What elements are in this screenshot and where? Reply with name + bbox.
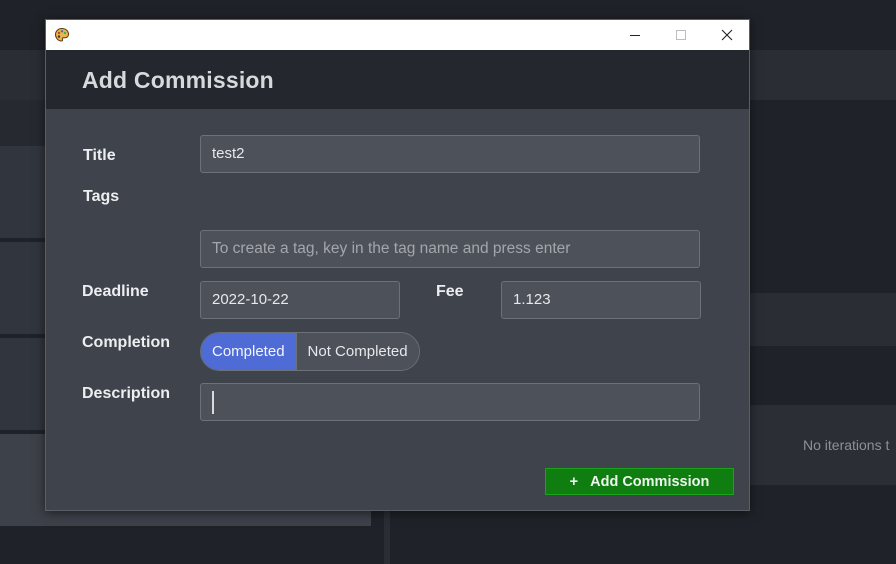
fee-label: Fee xyxy=(436,283,464,300)
dialog-header: Add Commission xyxy=(46,50,749,109)
completion-label: Completion xyxy=(82,334,170,351)
background-list-card[interactable] xyxy=(0,146,46,238)
title-input[interactable]: test2 xyxy=(200,135,700,173)
deadline-input[interactable]: 2022-10-22 xyxy=(200,281,400,319)
tags-label: Tags xyxy=(83,188,120,205)
completion-toggle: Completed Not Completed xyxy=(200,332,420,371)
add-commission-window: Add Commission Title test2 Tags To creat… xyxy=(45,19,750,511)
description-label: Description xyxy=(82,385,171,402)
fee-input[interactable]: 1.123 xyxy=(501,281,701,319)
add-commission-button-label: Add Commission xyxy=(590,473,710,490)
completed-option[interactable]: Completed xyxy=(201,333,297,370)
title-label: Title xyxy=(83,147,116,164)
close-button[interactable] xyxy=(704,20,750,50)
tags-input[interactable]: To create a tag, key in the tag name and… xyxy=(200,230,700,268)
minimize-icon xyxy=(630,35,640,36)
description-input[interactable] xyxy=(200,383,700,421)
background-panel-band xyxy=(750,293,896,346)
maximize-button[interactable] xyxy=(658,20,704,50)
background-divider xyxy=(384,510,390,564)
background-list-card[interactable] xyxy=(0,338,46,430)
dialog-title: Add Commission xyxy=(82,67,274,93)
not-completed-option[interactable]: Not Completed xyxy=(296,333,419,370)
text-cursor xyxy=(212,391,214,414)
maximize-icon xyxy=(676,30,686,40)
deadline-label: Deadline xyxy=(82,283,149,300)
palette-icon xyxy=(54,27,70,42)
background-list-card[interactable] xyxy=(0,242,46,334)
close-icon xyxy=(721,29,733,41)
minimize-button[interactable] xyxy=(612,20,658,50)
window-titlebar[interactable] xyxy=(46,20,749,50)
add-commission-button[interactable]: + Add Commission xyxy=(545,468,734,495)
plus-icon: + xyxy=(569,473,579,490)
no-iterations-text: No iterations t xyxy=(803,437,890,453)
background-list-header xyxy=(0,100,46,146)
